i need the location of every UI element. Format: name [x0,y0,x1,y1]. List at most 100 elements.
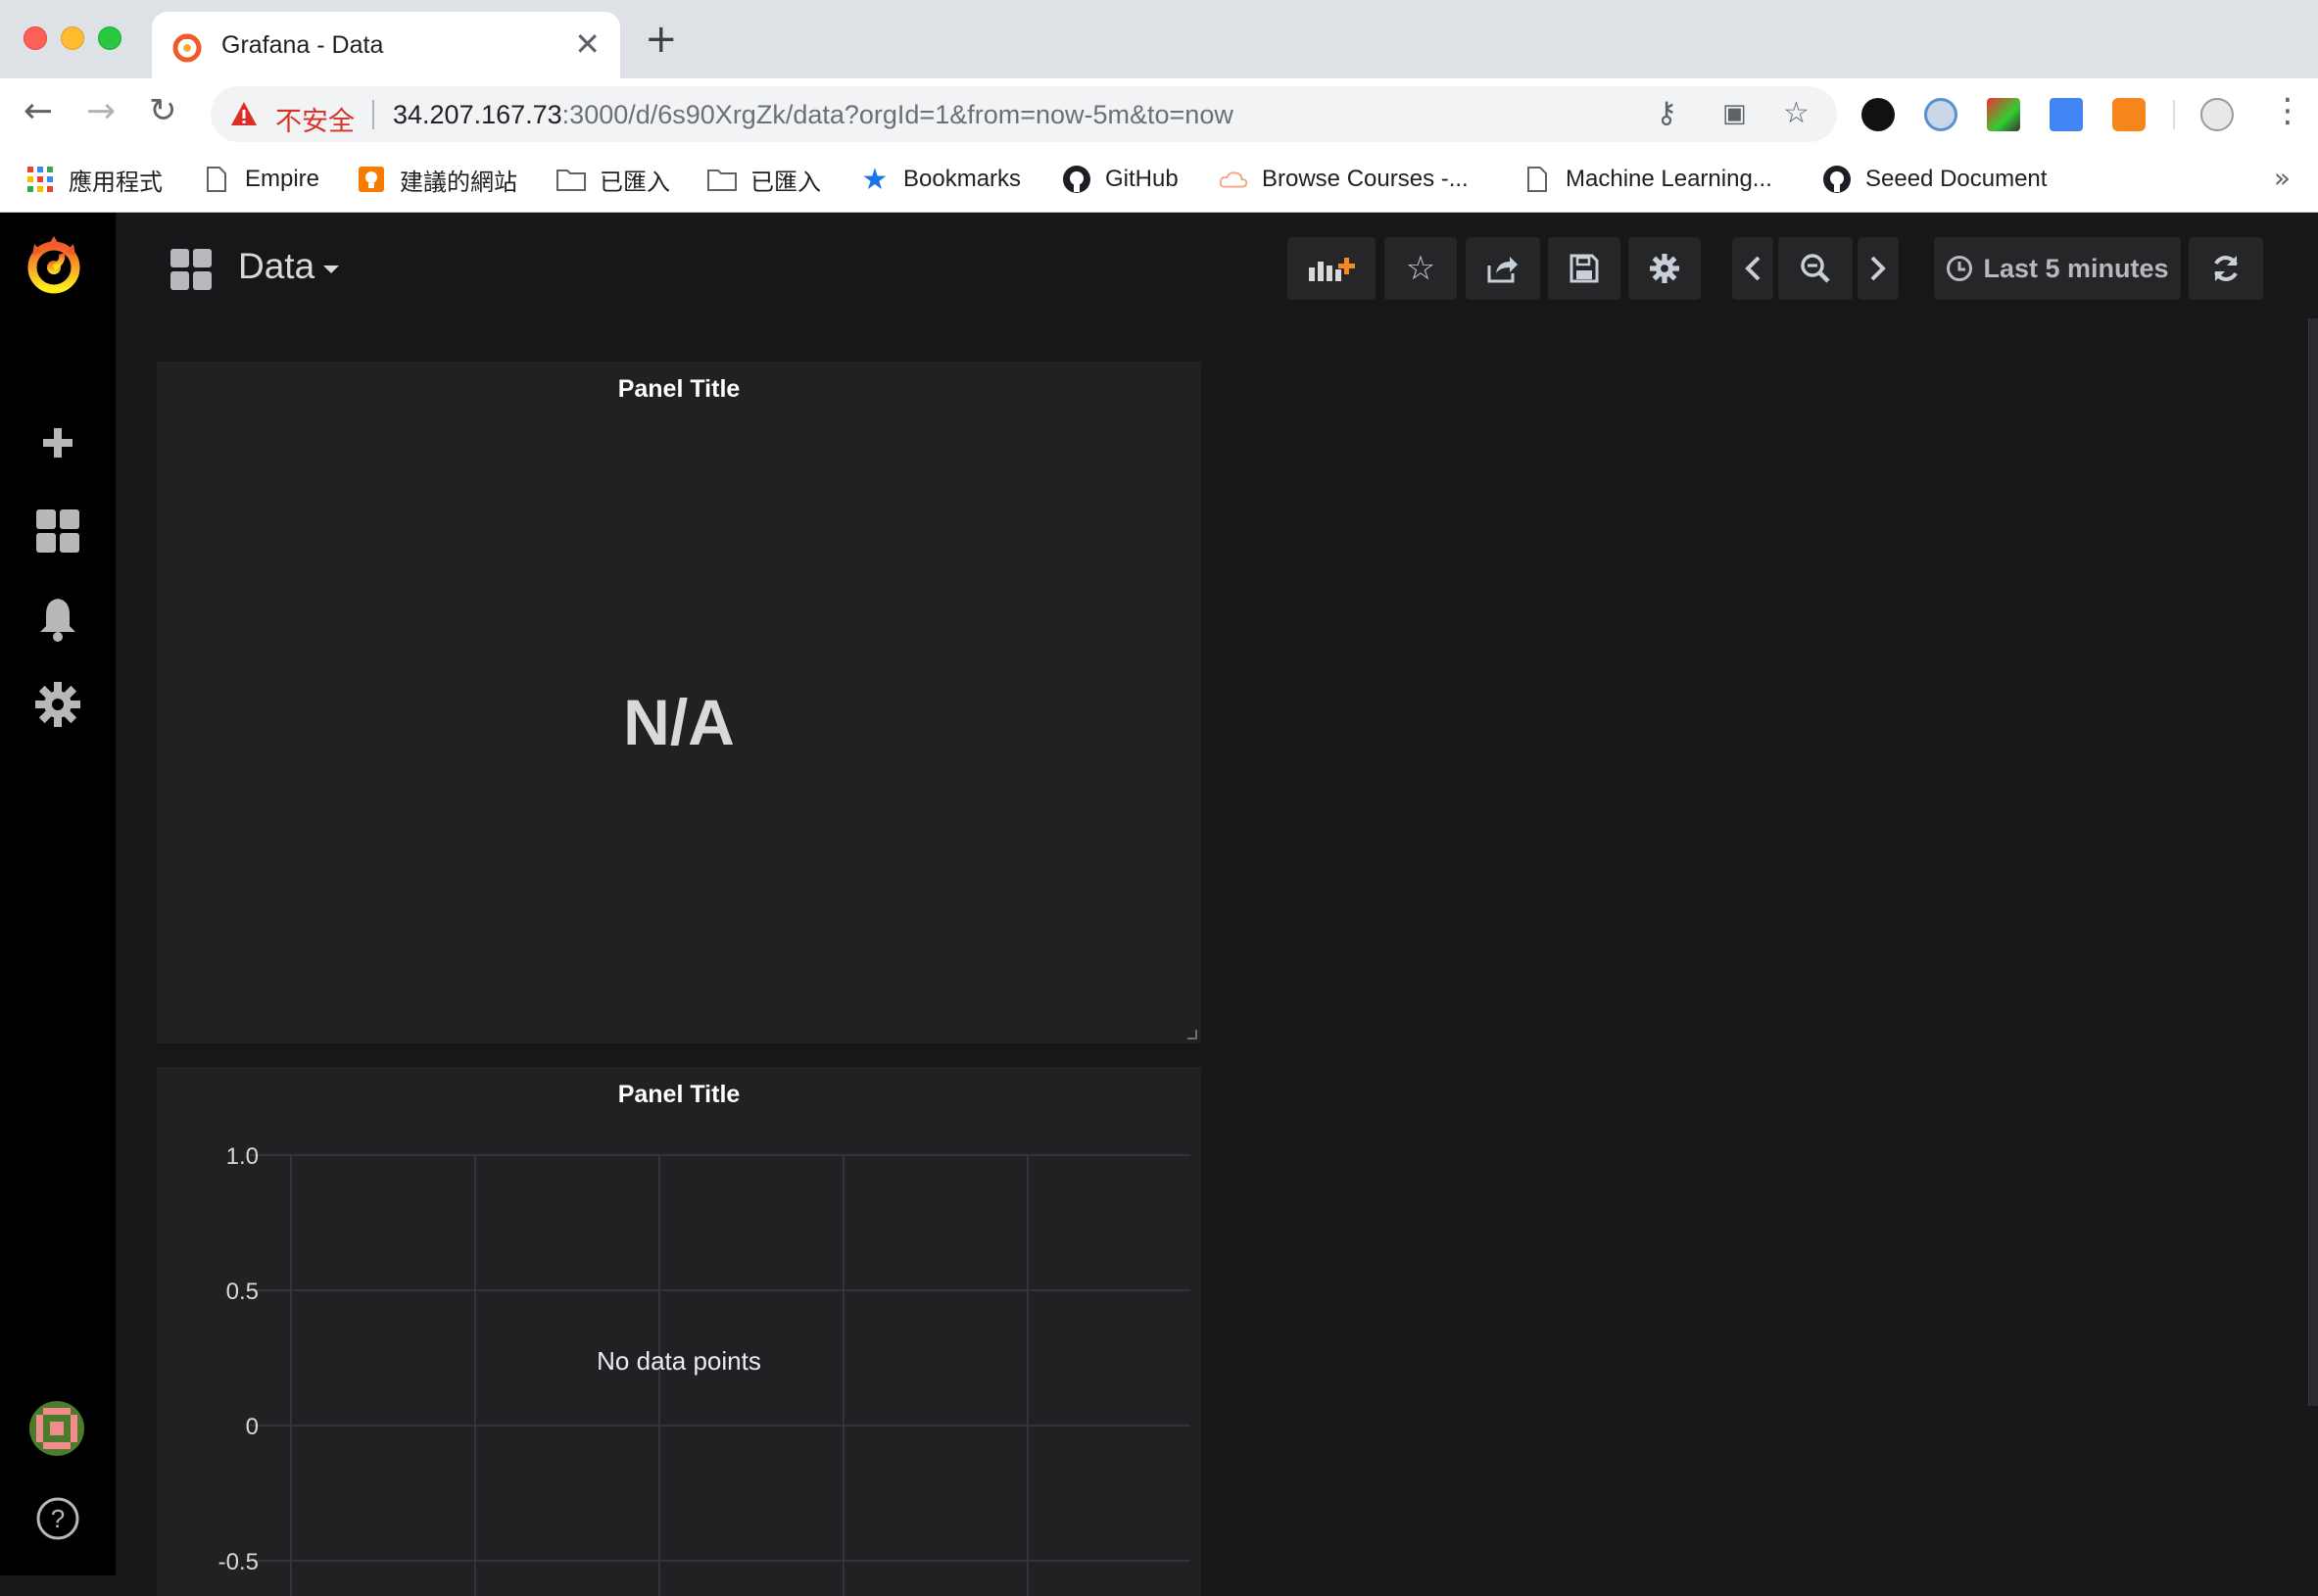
singlestat-value: N/A [623,686,735,758]
url-path: :3000/d/6s90XrgZk/data?orgId=1&from=now-… [561,100,1233,129]
bookmark-label: Browse Courses -... [1262,166,1469,192]
time-shift-back-button[interactable] [1732,237,1773,300]
forward-icon[interactable]: → [86,94,116,129]
refresh-dashboard-button[interactable] [2189,237,2263,300]
browser-toolbar: ← → ↻ 不安全 34.207.167.73:3000/d/6s90XrgZk… [0,78,2318,150]
warning-icon [231,102,257,125]
save-dashboard-button[interactable] [1548,237,1620,300]
bookmark-label: 已匯入 [750,169,821,196]
zoom-out-icon [1801,254,1830,283]
address-bar[interactable]: 不安全 34.207.167.73:3000/d/6s90XrgZk/data?… [211,86,1837,142]
configuration-gear-icon[interactable] [33,680,82,729]
singlestat-panel[interactable]: Panel Title N/A [157,362,1201,1043]
tab-title: Grafana - Data [221,31,384,59]
time-range-label: Last 5 minutes [1983,253,2169,283]
bookmark-label: Seeed Document [1865,166,2048,192]
bookmark-browse-courses[interactable]: Browse Courses -... [1219,160,1469,199]
time-picker-button[interactable]: Last 5 minutes [1934,237,2181,300]
omnibox-divider [372,100,374,129]
dashboard-grid-icon [170,249,212,290]
profile-avatar-icon[interactable] [2200,98,2234,131]
window-zoom-button[interactable] [98,26,121,50]
save-icon [1569,254,1599,283]
dashboard-navbar: Data ☆ Last 5 minutes [116,213,2318,324]
y-tick-label: 1.0 [226,1143,259,1170]
bookmark-imported-1[interactable]: 已匯入 [556,160,670,199]
reload-icon[interactable]: ↻ [149,94,177,127]
toolbar-divider [2173,100,2175,129]
panel-resize-handle[interactable] [1187,1030,1197,1040]
bookmark-seeed-document[interactable]: Seeed Document [1822,160,2047,199]
new-tab-button[interactable]: + [645,20,678,59]
graph-panel[interactable]: Panel Title 1.0 0.5 0 -0.5 No data points [157,1067,1201,1596]
user-avatar[interactable] [29,1401,84,1456]
bookmark-imported-2[interactable]: 已匯入 [707,160,821,199]
svg-text:?: ? [51,1504,65,1533]
y-tick-label: 0 [246,1414,259,1440]
bookmark-star-icon[interactable]: ☆ [1783,99,1810,128]
extension-ring-icon[interactable] [1924,98,1957,131]
apps-grid-icon [25,165,55,194]
zoom-out-button[interactable] [1778,237,1853,300]
folder-icon [556,165,586,194]
dashboard-title[interactable]: Data [238,246,314,287]
share-icon [1487,257,1518,283]
dashboard-main: Data ☆ Last 5 minutes Panel Title N/A Pa… [116,213,2318,1596]
bookmark-label: Machine Learning... [1566,166,1772,192]
bookmark-label: 應用程式 [69,169,163,196]
bookmark-machine-learning[interactable]: Machine Learning... [1522,160,1772,199]
extension-metamask-icon[interactable] [2112,98,2146,131]
tab-close-icon[interactable]: ✕ [574,25,601,63]
back-icon[interactable]: ← [24,94,53,129]
alerting-bell-icon[interactable] [33,595,82,644]
clock-icon [1947,256,1973,281]
bookmark-bookmarks[interactable]: ★ Bookmarks [860,160,1022,199]
time-shift-forward-button[interactable] [1858,237,1899,300]
extension-google-translate-icon[interactable] [2050,98,2083,131]
dashboard-settings-button[interactable] [1628,237,1701,300]
caret-down-icon[interactable] [323,266,339,273]
bookmark-apps[interactable]: 應用程式 [25,160,163,199]
bookmark-label: Empire [245,166,320,192]
bookmark-label: GitHub [1105,166,1179,192]
page-scrollbar[interactable] [2308,318,2318,1406]
github-icon [1062,165,1091,194]
key-icon[interactable]: ⚷ [1656,99,1677,128]
browser-tab[interactable]: Grafana - Data ✕ [152,12,620,80]
bulb-icon [357,165,386,194]
bookmarks-overflow-icon[interactable]: » [2274,162,2291,194]
bookmark-empire[interactable]: Empire [202,160,319,199]
page-icon [202,165,231,194]
graph-plot: 1.0 0.5 0 -0.5 No data points [218,1143,1190,1596]
bookmark-suggested-sites[interactable]: 建議的網站 [357,160,517,199]
add-panel-icon [1309,258,1355,281]
dashboards-grid-icon[interactable] [33,507,82,556]
help-question-icon[interactable]: ? [33,1494,82,1543]
insecure-label[interactable]: 不安全 [275,100,355,138]
refresh-icon [2214,256,2238,281]
url-host: 34.207.167.73 [393,100,562,129]
extension-brush-icon[interactable] [1987,98,2020,131]
browser-menu-icon[interactable]: ⋮ [2271,94,2304,127]
panel-title[interactable]: Panel Title [157,375,1201,404]
translate-icon[interactable]: ▣ [1722,101,1747,126]
bookmark-label: 已匯入 [600,169,670,196]
grafana-favicon-icon [172,33,202,63]
share-dashboard-button[interactable] [1466,237,1540,300]
bookmark-label: Bookmarks [903,166,1022,192]
grafana-logo-icon[interactable] [22,232,86,297]
window-minimize-button[interactable] [61,26,84,50]
url-text[interactable]: 34.207.167.73:3000/d/6s90XrgZk/data?orgI… [393,100,1233,130]
extension-scissors-icon[interactable] [1861,98,1895,131]
browser-tab-bar: Grafana - Data ✕ + [0,0,2318,80]
star-outline-icon: ☆ [1405,249,1436,288]
github-icon [1822,165,1852,194]
bookmark-github[interactable]: GitHub [1062,160,1179,199]
chevron-left-icon [1745,256,1761,281]
add-panel-button[interactable] [1287,237,1376,300]
folder-icon [707,165,737,194]
bookmarks-bar: 應用程式 Empire 建議的網站 已匯入 已匯入 ★ Bookmarks Gi… [0,150,2318,213]
create-plus-icon[interactable] [33,418,82,467]
window-close-button[interactable] [24,26,47,50]
star-dashboard-button[interactable]: ☆ [1384,237,1457,300]
